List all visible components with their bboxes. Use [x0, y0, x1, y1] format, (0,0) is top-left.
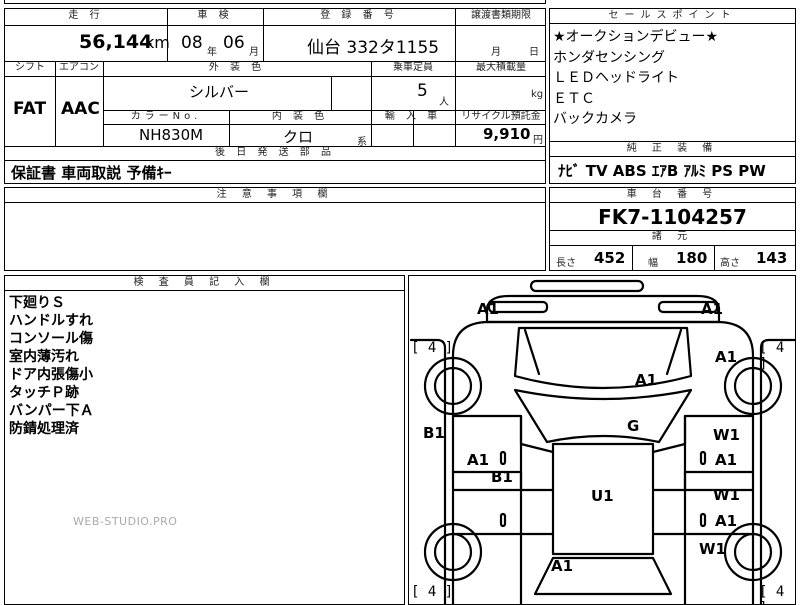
windshield-shape — [513, 388, 693, 444]
inspector-note-item: ドア内張傷小 — [9, 367, 93, 383]
top-strip — [4, 0, 546, 4]
int-color-value: クロ — [283, 128, 314, 146]
front-grille-shape — [529, 279, 645, 293]
capacity-unit: 人 — [439, 97, 449, 108]
mark-left-door-b1: B1 — [491, 468, 513, 486]
shift-value: FAT — [13, 99, 47, 119]
inspection-month-unit: 月 — [249, 47, 259, 58]
inspection-year-unit: 年 — [207, 47, 217, 58]
mark-right-w1-b: W1 — [713, 486, 740, 504]
inspector-note-item: ハンドルすれ — [9, 313, 93, 329]
specs-header: 諸 元 — [651, 231, 694, 242]
capacity-value: 5 — [417, 81, 428, 101]
color-no-value: NH830M — [139, 126, 204, 144]
recycle-header: リサイクル預託金 — [461, 111, 541, 122]
sales-point-box: セールスポイント ★オークションデビュー★ ホンダセンシング ＬＥＤヘッドライト ＥＴ… — [549, 8, 796, 142]
inspector-note-item: タッチＰ跡 — [9, 385, 79, 401]
transfer-month: 月 — [491, 47, 501, 58]
import-header: 輸 入 車 — [384, 111, 442, 122]
sales-point-item: ＥＴＣ — [553, 90, 595, 107]
chassis-header: 車 台 番 号 — [550, 188, 795, 203]
mark-left-front-panel: B1 — [423, 424, 445, 442]
chassis-value: FK7-1104257 — [598, 205, 747, 229]
tire-rr-count: [ 4 ] — [759, 584, 785, 604]
width-value: 180 — [676, 249, 708, 267]
cautions-box: 注 意 事 項 欄 — [4, 187, 546, 271]
mileage-value: 56,144 — [79, 31, 153, 53]
hood-shape — [513, 326, 693, 390]
inspection-header: 車 検 — [197, 10, 233, 21]
mark-front-bumper-left: A1 — [477, 300, 500, 318]
mark-fender-right: A1 — [715, 348, 738, 366]
shift-header: シフト — [15, 62, 45, 73]
equipment-header: 純 正 装 備 — [550, 142, 795, 157]
sales-point-list: ★オークションデビュー★ ホンダセンシング ＬＥＤヘッドライト ＥＴＣ バックカメラ — [550, 27, 795, 130]
int-color-header: 内 装 色 — [271, 111, 329, 122]
sales-point-header: セールスポイント — [550, 9, 795, 24]
mark-front-bumper-right: A1 — [701, 300, 724, 318]
inspector-note-item: コンソール傷 — [9, 331, 93, 347]
body-outline-shape — [451, 320, 755, 604]
inspector-notes-list: 下廻りＳ ハンドルすれ コンソール傷 室内薄汚れドア内張傷小 タッチＰ跡バンパー下Ａ 防錆… — [5, 294, 404, 438]
registration-plate: 仙台 332タ1155 — [307, 38, 440, 58]
inspection-month: 06 — [223, 33, 245, 53]
mark-right-w1-a: W1 — [713, 426, 740, 444]
front-bumper-shape — [485, 294, 721, 324]
sales-point-item: ＬＥＤヘッドライト — [553, 70, 679, 86]
sales-point-item: ★オークションデビュー★ — [553, 29, 719, 45]
transfer-day: 日 — [529, 47, 539, 58]
max-load-header: 最大積載量 — [476, 62, 526, 73]
registration-header: 登 録 番 号 — [320, 10, 398, 21]
mark-rear: A1 — [551, 557, 574, 575]
recycle-unit: 円 — [533, 135, 543, 146]
mark-right-a1-a: A1 — [715, 451, 738, 469]
ext-color-value: シルバー — [189, 83, 250, 101]
equipment-value: ﾅﾋﾞ TV ABS ｴｱB ｱﾙﾐ PS PW — [558, 162, 766, 180]
inspector-note-item: 下廻りＳ — [9, 295, 65, 311]
inspection-year: 08 — [181, 33, 203, 53]
height-value: 143 — [756, 249, 788, 267]
mark-hood: A1 — [635, 371, 658, 389]
aircon-header: エアコン — [59, 62, 99, 73]
length-value: 452 — [594, 249, 626, 267]
sales-point-item: ホンダセンシング — [553, 49, 665, 66]
sales-point-item: バックカメラ — [553, 111, 637, 127]
height-label: 高さ — [720, 258, 740, 269]
mark-roof: U1 — [591, 487, 614, 505]
tire-fl-count: [ 4 ] — [411, 340, 454, 356]
inspector-header: 検 査 員 記 入 欄 — [5, 276, 404, 291]
docs-header: 後 日 発 送 部 品 — [215, 147, 335, 158]
aircon-value: AAC — [61, 99, 100, 119]
cautions-header: 注 意 事 項 欄 — [5, 188, 545, 203]
inspector-note-item: 室内薄汚れ — [9, 349, 79, 365]
watermark: WEB-STUDIO.PRO — [73, 515, 178, 528]
equipment-box: 純 正 装 備 ﾅﾋﾞ TV ABS ｴｱB ｱﾙﾐ PS PW — [549, 141, 796, 184]
max-load-unit: kg — [531, 89, 544, 100]
length-label: 長さ — [556, 258, 576, 269]
inspector-note-item: 防錆処理済 — [9, 421, 79, 437]
chassis-box: 車 台 番 号 FK7-1104257 諸 元 長さ 452 幅 180 高さ … — [549, 187, 796, 271]
mark-right-w1-c: W1 — [699, 540, 726, 558]
car-diagram-box: [ 4 ] [ 4 ] [ 4 ] [ 4 ] A1 A1 A1 A1 G B1… — [408, 275, 796, 605]
ext-color-header: 外 装 色 — [208, 62, 266, 73]
vehicle-info-table: 走 行 車 検 登 録 番 号 譲渡書類期限 56,144 km 08 年 06… — [4, 8, 546, 184]
color-no-header: カラーNo. — [130, 111, 202, 122]
recycle-value: 9,910 — [483, 125, 531, 143]
inspector-note-item: バンパー下Ａ — [9, 403, 94, 419]
mileage-unit: km — [145, 33, 170, 52]
mark-windshield: G — [627, 417, 640, 435]
docs-value: 保証書 車両取説 予備ｷｰ — [11, 164, 172, 182]
mark-left-front-door: A1 — [467, 451, 490, 469]
mileage-header: 走 行 — [68, 10, 104, 21]
tire-rl-count: [ 4 ] — [411, 584, 454, 600]
width-label: 幅 — [648, 258, 658, 269]
capacity-header: 乗車定員 — [393, 62, 433, 73]
transfer-header: 譲渡書類期限 — [471, 10, 531, 21]
mark-right-a1-b: A1 — [715, 512, 738, 530]
tire-fr-count: [ 4 ] — [759, 340, 785, 372]
inspector-box: 検 査 員 記 入 欄 下廻りＳ ハンドルすれ コンソール傷 室内薄汚れドア内張傷小タ… — [4, 275, 405, 605]
